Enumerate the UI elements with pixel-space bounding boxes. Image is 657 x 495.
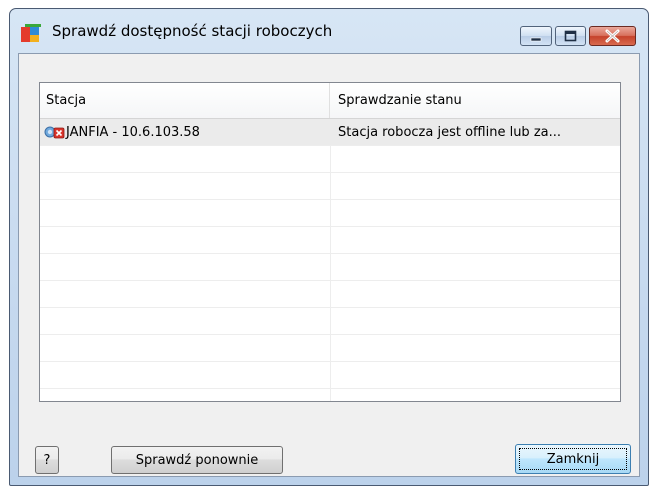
list-item-empty (40, 146, 620, 173)
table-row[interactable]: JANFIA - 10.6.103.58 Stacja robocza jest… (40, 119, 620, 146)
maximize-icon (564, 30, 577, 42)
title-bar[interactable]: Sprawdź dostępność stacji roboczych (10, 9, 648, 53)
dialog-window: Sprawdź dostępność stacji roboczych Stac… (9, 8, 649, 486)
close-button[interactable]: Zamknij (515, 444, 631, 474)
help-button-label: ? (43, 452, 51, 468)
status-cell: Stacja robocza jest offline lub za... (338, 125, 561, 140)
station-cell: JANFIA - 10.6.103.58 (44, 119, 328, 146)
workstation-offline-icon (44, 126, 65, 139)
list-header: Stacja Sprawdzanie stanu (40, 83, 620, 119)
list-item-empty (40, 227, 620, 254)
list-item-empty (40, 362, 620, 389)
list-item-empty (40, 308, 620, 335)
list-item-empty (40, 173, 620, 200)
dialog-client-area: Stacja Sprawdzanie stanu JANFIA - 10.6.1… (18, 53, 640, 477)
close-window-button[interactable] (589, 26, 636, 46)
help-button[interactable]: ? (35, 446, 59, 474)
list-item-empty (40, 254, 620, 281)
list-item-empty (40, 200, 620, 227)
column-header-status[interactable]: Sprawdzanie stanu (330, 83, 620, 118)
close-button-label: Zamknij (546, 451, 600, 467)
recheck-button[interactable]: Sprawdź ponownie (111, 446, 283, 474)
minimize-icon (530, 37, 542, 42)
column-header-station[interactable]: Stacja (40, 83, 330, 118)
minimize-button[interactable] (520, 26, 552, 46)
window-title: Sprawdź dostępność stacji roboczych (52, 22, 333, 40)
list-item-empty (40, 281, 620, 308)
stations-list[interactable]: Stacja Sprawdzanie stanu JANFIA - 10.6.1… (39, 82, 621, 402)
list-item-empty (40, 389, 620, 401)
list-rows: JANFIA - 10.6.103.58 Stacja robocza jest… (40, 119, 620, 401)
recheck-button-label: Sprawdź ponownie (135, 452, 259, 468)
close-icon (605, 29, 620, 43)
list-item-empty (40, 335, 620, 362)
maximize-button[interactable] (555, 26, 586, 46)
avg-app-icon (21, 24, 41, 42)
station-name: JANFIA - 10.6.103.58 (66, 125, 200, 140)
